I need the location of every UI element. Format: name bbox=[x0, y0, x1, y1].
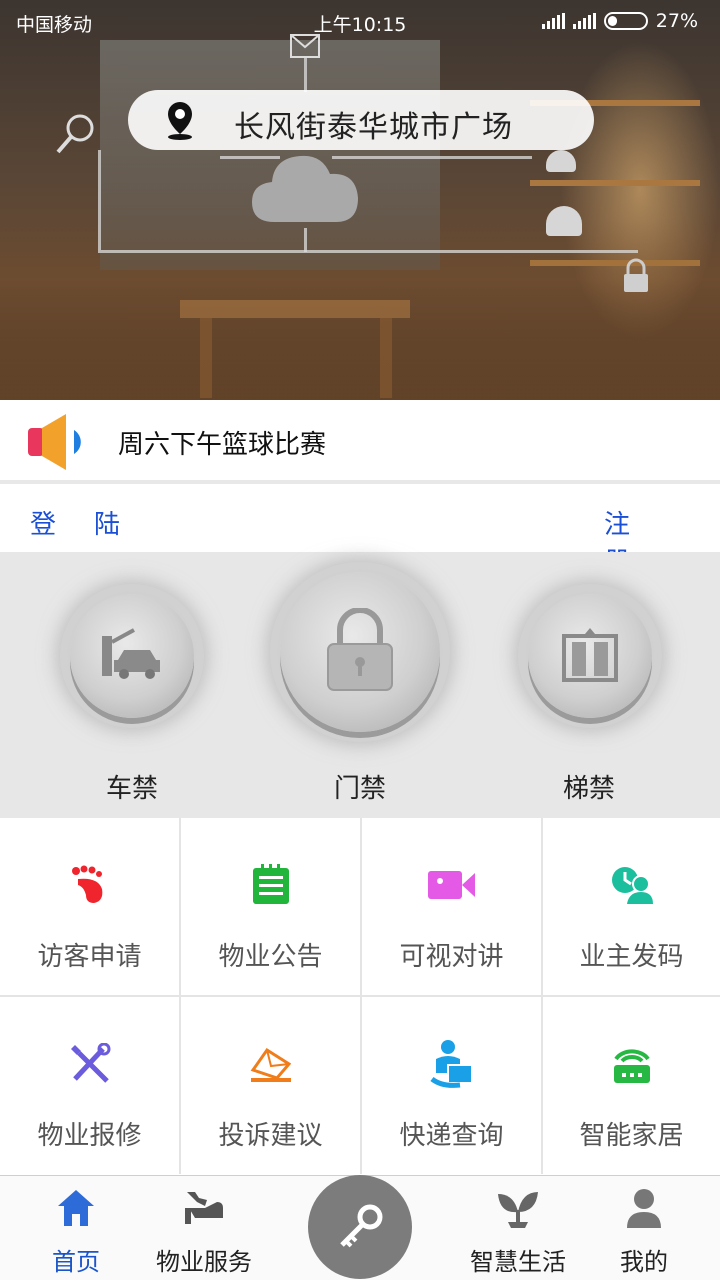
service-icon-wrap bbox=[543, 1039, 720, 1089]
door-lock-button[interactable] bbox=[280, 572, 440, 732]
hero-banner: 中国移动 上午10:15 27% 长风街泰华城市广场 bbox=[0, 0, 720, 400]
service-property-notice[interactable]: 物业公告 bbox=[181, 818, 360, 995]
nav-property-service[interactable]: 物业服务 bbox=[134, 1176, 274, 1281]
nav-icon-wrap bbox=[134, 1188, 274, 1232]
location-selector[interactable]: 长风街泰华城市广场 bbox=[128, 90, 594, 150]
envelope-icon bbox=[250, 1047, 291, 1082]
network-line bbox=[98, 150, 101, 250]
key-unlock-button[interactable] bbox=[308, 1175, 412, 1279]
services-grid: 访客申请 物业公告 可视对讲 业主发码 物业报修 投诉建议 快递查询 智能家居 bbox=[0, 818, 720, 1174]
service-label: 快递查询 bbox=[399, 1121, 504, 1151]
car-gate-button[interactable] bbox=[70, 594, 194, 718]
service-icon bbox=[185, 1192, 223, 1224]
nav-label: 智慧生活 bbox=[470, 1248, 566, 1276]
nav-label: 我的 bbox=[620, 1248, 668, 1276]
service-video-intercom[interactable]: 可视对讲 bbox=[362, 818, 541, 995]
service-icon-wrap bbox=[362, 860, 541, 910]
elevator-button[interactable] bbox=[528, 594, 652, 718]
nav-icon-wrap bbox=[6, 1188, 146, 1232]
location-name: 长风街泰华城市广场 bbox=[234, 110, 513, 145]
network-line bbox=[304, 228, 307, 252]
service-icon-wrap bbox=[0, 1039, 179, 1089]
signal-icon bbox=[572, 13, 596, 29]
service-repair[interactable]: 物业报修 bbox=[0, 997, 179, 1174]
lock-icon bbox=[327, 608, 393, 691]
nav-icon-wrap bbox=[448, 1188, 588, 1232]
courier-icon bbox=[429, 1040, 473, 1088]
service-label: 物业公告 bbox=[218, 942, 323, 972]
tools-icon bbox=[70, 1043, 110, 1083]
padlock-icon bbox=[624, 258, 648, 292]
car-gate-icon bbox=[102, 628, 160, 679]
user-clock-icon bbox=[611, 867, 653, 904]
key-icon bbox=[340, 1204, 383, 1248]
hero-shelf bbox=[530, 180, 700, 186]
plant-icon bbox=[498, 1192, 538, 1228]
elevator-label: 梯禁 bbox=[562, 774, 615, 804]
elevator-icon bbox=[562, 628, 618, 682]
hero-floor bbox=[0, 220, 720, 400]
service-complaint[interactable]: 投诉建议 bbox=[181, 997, 360, 1174]
service-owner-code[interactable]: 业主发码 bbox=[543, 818, 720, 995]
service-icon-wrap bbox=[181, 860, 360, 910]
notice-text: 周六下午篮球比赛 bbox=[118, 430, 327, 460]
router-icon bbox=[613, 1049, 650, 1083]
nav-home[interactable]: 首页 bbox=[6, 1176, 146, 1281]
battery-percent: 27% bbox=[655, 10, 698, 32]
service-icon-wrap bbox=[0, 860, 179, 910]
network-line bbox=[332, 156, 532, 159]
cloud-icon bbox=[252, 155, 358, 222]
service-label: 可视对讲 bbox=[399, 942, 504, 972]
footprint-icon bbox=[71, 865, 102, 903]
smart-device-icon bbox=[546, 150, 576, 172]
nav-label: 物业服务 bbox=[156, 1248, 252, 1276]
smart-speaker-icon bbox=[546, 206, 582, 236]
profile-icon bbox=[627, 1189, 661, 1228]
notice-bar[interactable]: 周六下午篮球比赛 bbox=[0, 400, 720, 484]
notepad-icon bbox=[252, 864, 289, 904]
access-control-panel: 车禁 门禁 梯禁 bbox=[0, 552, 720, 818]
signal-icon bbox=[541, 13, 565, 29]
service-label: 物业报修 bbox=[37, 1121, 142, 1151]
nav-profile[interactable]: 我的 bbox=[574, 1176, 714, 1281]
status-right: 27% bbox=[541, 10, 698, 32]
service-icon-wrap bbox=[362, 1039, 541, 1089]
nav-smart-life[interactable]: 智慧生活 bbox=[448, 1176, 588, 1281]
home-icon bbox=[58, 1190, 94, 1226]
service-label: 访客申请 bbox=[37, 942, 142, 972]
service-label: 投诉建议 bbox=[218, 1121, 323, 1151]
nav-label: 首页 bbox=[52, 1248, 100, 1276]
map-pin-icon bbox=[168, 102, 192, 140]
service-visitor-request[interactable]: 访客申请 bbox=[0, 818, 179, 995]
auth-row: 登陆 注册 bbox=[0, 488, 720, 577]
network-line bbox=[98, 250, 638, 253]
login-link[interactable]: 登陆 bbox=[30, 504, 158, 541]
magnifier-icon bbox=[56, 114, 94, 154]
service-courier-query[interactable]: 快递查询 bbox=[362, 997, 541, 1174]
speaker-icon bbox=[28, 414, 81, 470]
service-label: 智能家居 bbox=[579, 1121, 684, 1151]
service-smart-home[interactable]: 智能家居 bbox=[543, 997, 720, 1174]
video-camera-icon bbox=[427, 871, 475, 899]
battery-icon bbox=[603, 12, 648, 30]
door-lock-label: 门禁 bbox=[333, 774, 386, 804]
network-line bbox=[304, 58, 307, 92]
service-label: 业主发码 bbox=[579, 942, 684, 972]
car-gate-label: 车禁 bbox=[105, 774, 158, 804]
battery-fill bbox=[607, 16, 618, 26]
status-bar: 中国移动 上午10:15 27% bbox=[0, 0, 720, 44]
nav-icon-wrap bbox=[574, 1188, 714, 1232]
service-icon-wrap bbox=[181, 1039, 360, 1089]
service-icon-wrap bbox=[543, 860, 720, 910]
